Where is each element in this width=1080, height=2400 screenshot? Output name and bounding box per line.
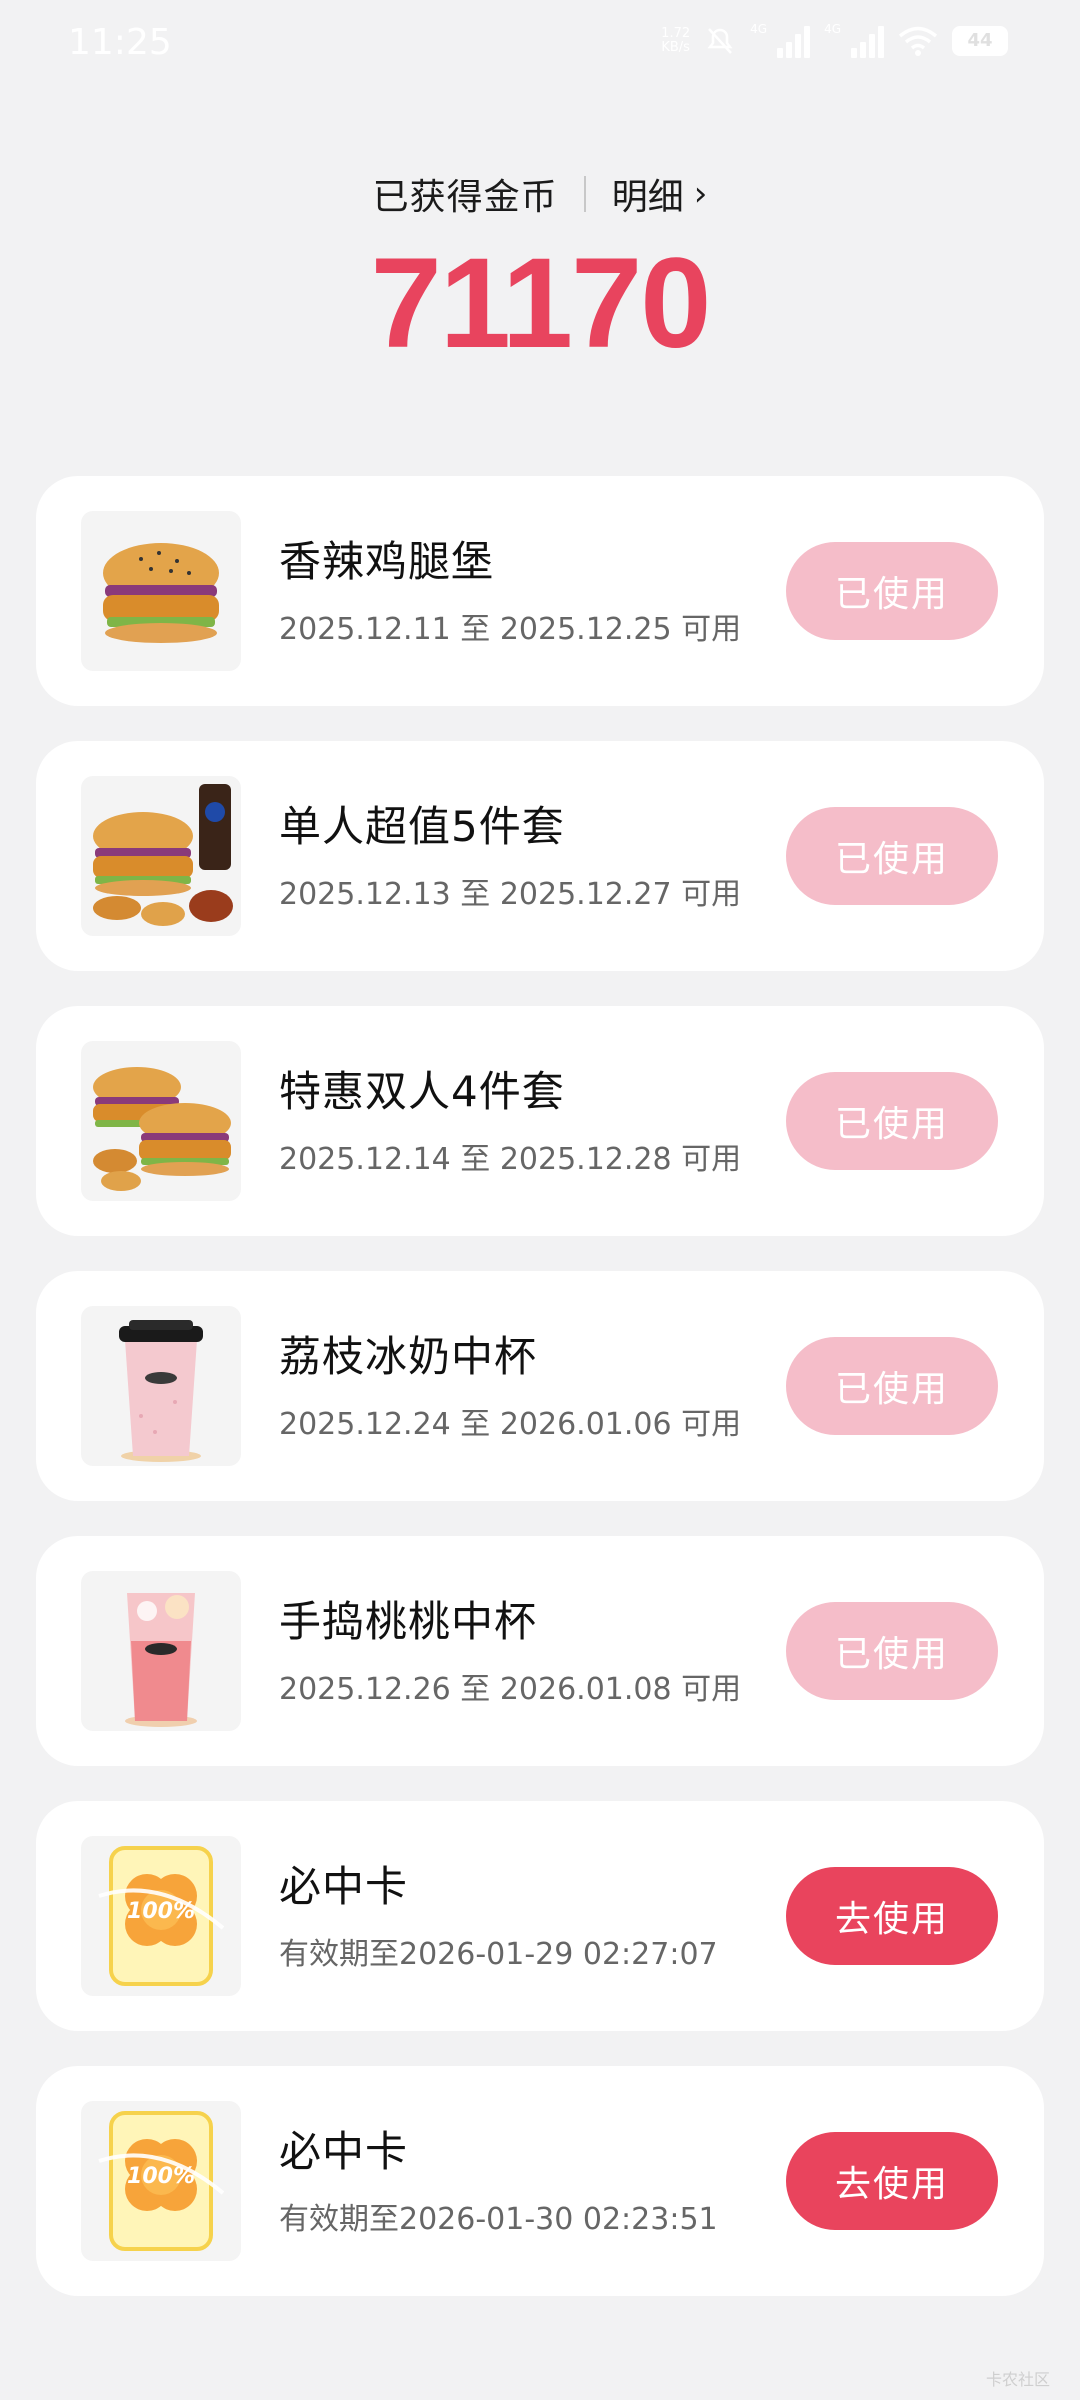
used-button[interactable]: 已使用 [786, 542, 998, 640]
header-divider [583, 176, 586, 212]
used-button[interactable]: 已使用 [786, 1072, 998, 1170]
coins-header: 已获得金币 明细 › [0, 168, 1080, 220]
coupon-date: 2025.12.24 至 2026.01.06 可用 [279, 1407, 742, 1442]
coupon-card: 100% 必中卡 有效期至2026-01-30 02:23:51 去使用 [36, 2066, 1044, 2296]
detail-link[interactable]: 明细 › [612, 168, 708, 220]
coupon-date: 有效期至2026-01-30 02:23:51 [279, 2202, 718, 2237]
coupon-title: 香辣鸡腿堡 [279, 537, 495, 586]
win-card-icon: 100% [81, 2101, 241, 2261]
signal-icon [777, 24, 811, 58]
coupon-date: 2025.12.13 至 2025.12.27 可用 [279, 877, 742, 912]
win-card-badge: 100% [127, 2164, 195, 2189]
coupon-title: 单人超值5件套 [279, 802, 565, 851]
double-combo-icon [81, 1041, 241, 1201]
battery-icon: 44 [952, 26, 1008, 56]
used-button[interactable]: 已使用 [786, 1337, 998, 1435]
used-button[interactable]: 已使用 [786, 807, 998, 905]
status-time: 11:25 [68, 22, 172, 63]
mute-icon [704, 25, 736, 57]
coupon-date: 2025.12.14 至 2025.12.28 可用 [279, 1142, 742, 1177]
lychee-milk-cup-icon [81, 1306, 241, 1466]
coupon-card: 特惠双人4件套 2025.12.14 至 2025.12.28 可用 已使用 [36, 1006, 1044, 1236]
win-card-icon: 100% [81, 1836, 241, 1996]
single-combo-icon [81, 776, 241, 936]
network-speed: 1.72 KB/s [661, 27, 690, 55]
coupon-card: 100% 必中卡 有效期至2026-01-29 02:27:07 去使用 [36, 1801, 1044, 2031]
coupon-title: 特惠双人4件套 [279, 1067, 565, 1116]
chevron-right-icon: › [693, 174, 708, 214]
coupon-title: 手捣桃桃中杯 [279, 1597, 538, 1646]
status-bar: 11:25 1.72 KB/s 4G 4G 44 [0, 0, 1080, 90]
coupon-date: 2025.12.11 至 2025.12.25 可用 [279, 612, 742, 647]
use-now-button[interactable]: 去使用 [786, 2132, 998, 2230]
signal-icon [851, 24, 884, 58]
network-speed-unit: KB/s [661, 40, 690, 55]
use-now-button[interactable]: 去使用 [786, 1867, 998, 1965]
coupon-card: 香辣鸡腿堡 2025.12.11 至 2025.12.25 可用 已使用 [36, 476, 1044, 706]
peach-drink-cup-icon [81, 1571, 241, 1731]
watermark: 卡农社区 [985, 2370, 1050, 2389]
sim1-network-type: 4G [750, 22, 768, 36]
win-card-badge: 100% [127, 1899, 195, 1924]
detail-label: 明细 [611, 177, 684, 218]
coupon-title: 荔枝冰奶中杯 [279, 1332, 538, 1381]
coupon-title: 必中卡 [279, 1862, 409, 1911]
chicken-burger-icon [81, 511, 241, 671]
coupon-card: 单人超值5件套 2025.12.13 至 2025.12.27 可用 已使用 [36, 741, 1044, 971]
coins-value: 71170 [370, 232, 712, 375]
coupon-date: 有效期至2026-01-29 02:27:07 [279, 1937, 718, 1972]
coupon-card: 荔枝冰奶中杯 2025.12.24 至 2026.01.06 可用 已使用 [36, 1271, 1044, 1501]
coins-label: 已获得金币 [372, 177, 558, 218]
wifi-icon [898, 25, 938, 57]
coupon-date: 2025.12.26 至 2026.01.08 可用 [279, 1672, 742, 1707]
used-button[interactable]: 已使用 [786, 1602, 998, 1700]
network-speed-value: 1.72 [661, 26, 691, 41]
status-icons: 1.72 KB/s 4G 4G 44 [661, 22, 1008, 58]
coupon-title: 必中卡 [279, 2127, 409, 2176]
coupon-card: 手捣桃桃中杯 2025.12.26 至 2026.01.08 可用 已使用 [36, 1536, 1044, 1766]
sim2-network-type: 4G [824, 22, 841, 36]
